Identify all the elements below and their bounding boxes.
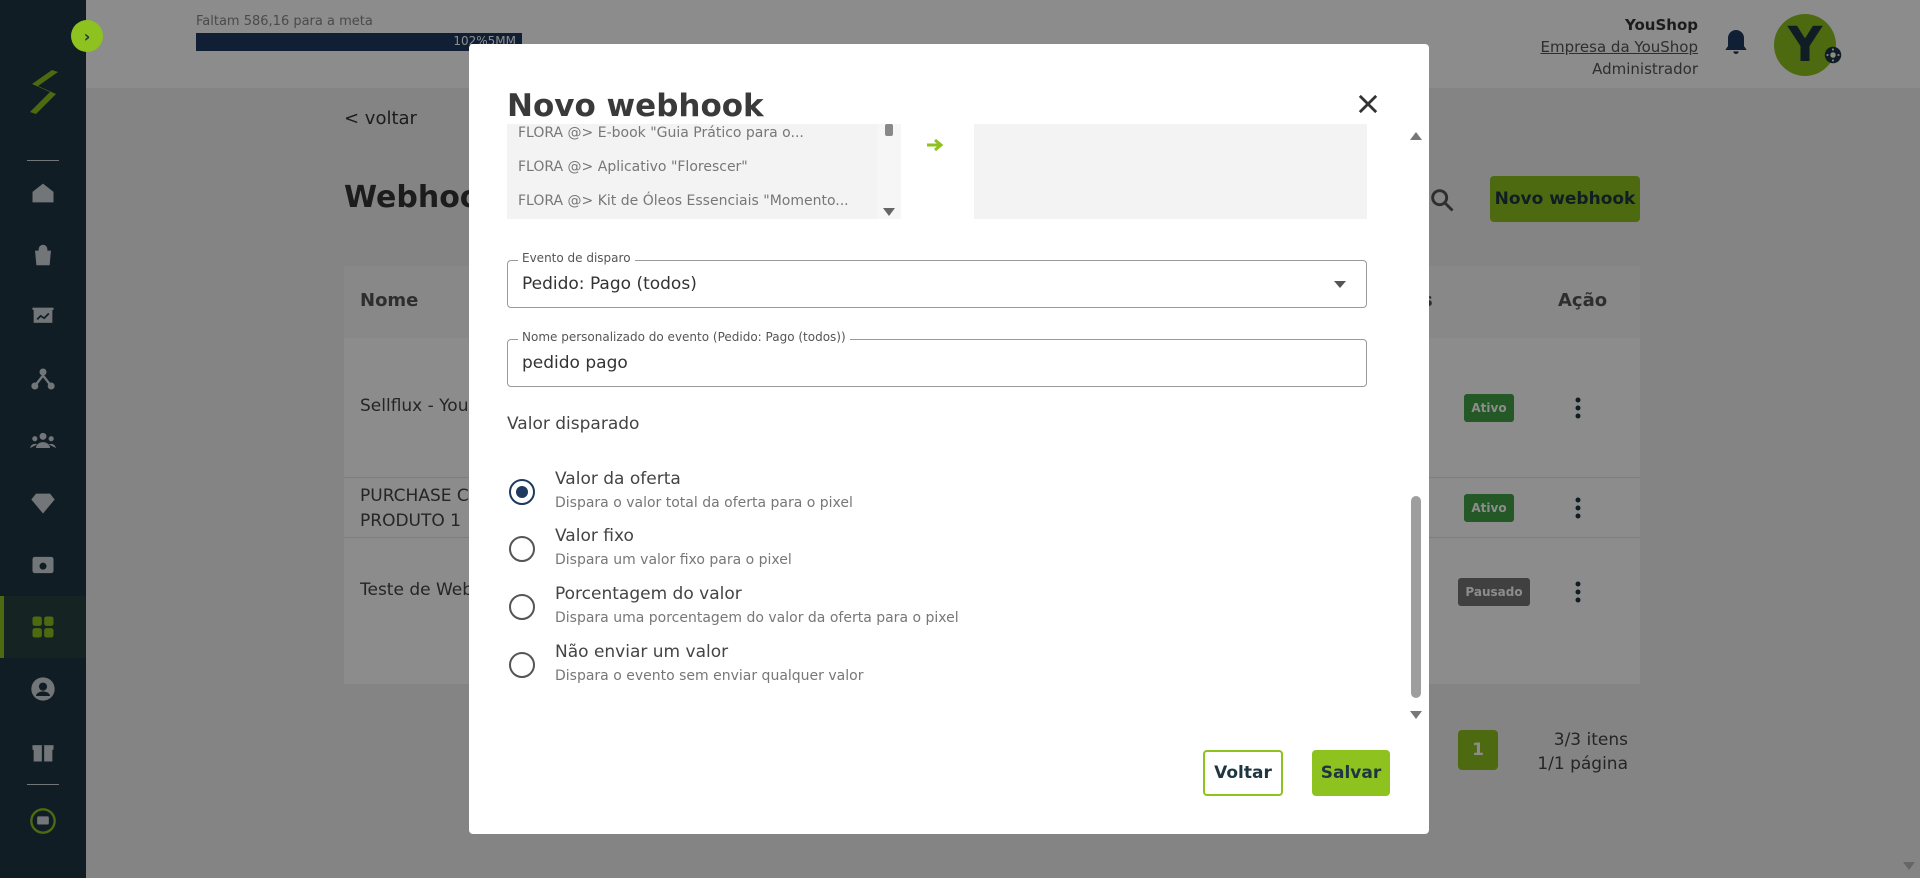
option-fixed-value[interactable]: Valor fixo Dispara um valor fixo para o …: [507, 526, 1367, 578]
option-description: Dispara o evento sem enviar qualquer val…: [555, 668, 864, 684]
custom-event-name-label: Nome personalizado do evento (Pedido: Pa…: [518, 330, 850, 344]
radio-button[interactable]: [509, 594, 535, 620]
product-list-scrollbar[interactable]: [877, 124, 901, 219]
event-trigger-value: Pedido: Pago (todos): [522, 274, 697, 294]
list-item[interactable]: FLORA @> Aplicativo "Florescer": [507, 150, 901, 184]
option-offer-value[interactable]: Valor da oferta Dispara o valor total da…: [507, 469, 1367, 521]
option-label: Não enviar um valor: [555, 642, 729, 662]
page-scroll-down-arrow[interactable]: [1903, 862, 1915, 870]
event-trigger-label: Evento de disparo: [518, 251, 635, 265]
event-trigger-select[interactable]: Evento de disparo Pedido: Pago (todos): [507, 251, 1367, 308]
selected-products-box[interactable]: [974, 124, 1367, 219]
option-no-value[interactable]: Não enviar um valor Dispara o evento sem…: [507, 642, 1367, 694]
option-label: Valor da oferta: [555, 469, 681, 489]
radio-button[interactable]: [509, 652, 535, 678]
modal-scroll-up-arrow[interactable]: [1410, 132, 1422, 140]
modal-scroll-down-arrow[interactable]: [1410, 711, 1422, 719]
back-button[interactable]: Voltar: [1203, 750, 1283, 796]
product-list[interactable]: FLORA @> E-book "Guia Prático para o... …: [507, 124, 901, 219]
transfer-arrow-icon[interactable]: [925, 138, 945, 152]
modal-title: Novo webhook: [507, 88, 764, 124]
value-section-title: Valor disparado: [507, 414, 640, 434]
option-label: Porcentagem do valor: [555, 584, 742, 604]
close-icon[interactable]: [1354, 90, 1382, 118]
option-description: Dispara uma porcentagem do valor da ofer…: [555, 610, 959, 626]
list-item[interactable]: FLORA @> E-book "Guia Prático para o...: [507, 124, 901, 150]
list-item[interactable]: FLORA @> Kit de Óleos Essenciais "Moment…: [507, 184, 901, 218]
custom-event-name-field[interactable]: Nome personalizado do evento (Pedido: Pa…: [507, 330, 1367, 387]
modal-body: FLORA @> E-book "Guia Prático para o... …: [507, 124, 1391, 704]
save-button[interactable]: Salvar: [1312, 750, 1390, 796]
custom-event-name-value[interactable]: pedido pago: [522, 353, 628, 373]
new-webhook-modal: Novo webhook FLORA @> E-book "Guia Práti…: [469, 44, 1429, 834]
modal-scrollbar-thumb[interactable]: [1411, 496, 1421, 698]
option-description: Dispara um valor fixo para o pixel: [555, 552, 792, 568]
option-percentage-value[interactable]: Porcentagem do valor Dispara uma porcent…: [507, 584, 1367, 636]
option-description: Dispara o valor total da oferta para o p…: [555, 495, 853, 511]
radio-button[interactable]: [509, 536, 535, 562]
expand-arrow-icon[interactable]: ›: [71, 20, 103, 52]
option-label: Valor fixo: [555, 526, 634, 546]
chevron-down-icon[interactable]: [1334, 281, 1346, 288]
radio-button[interactable]: [509, 479, 535, 505]
